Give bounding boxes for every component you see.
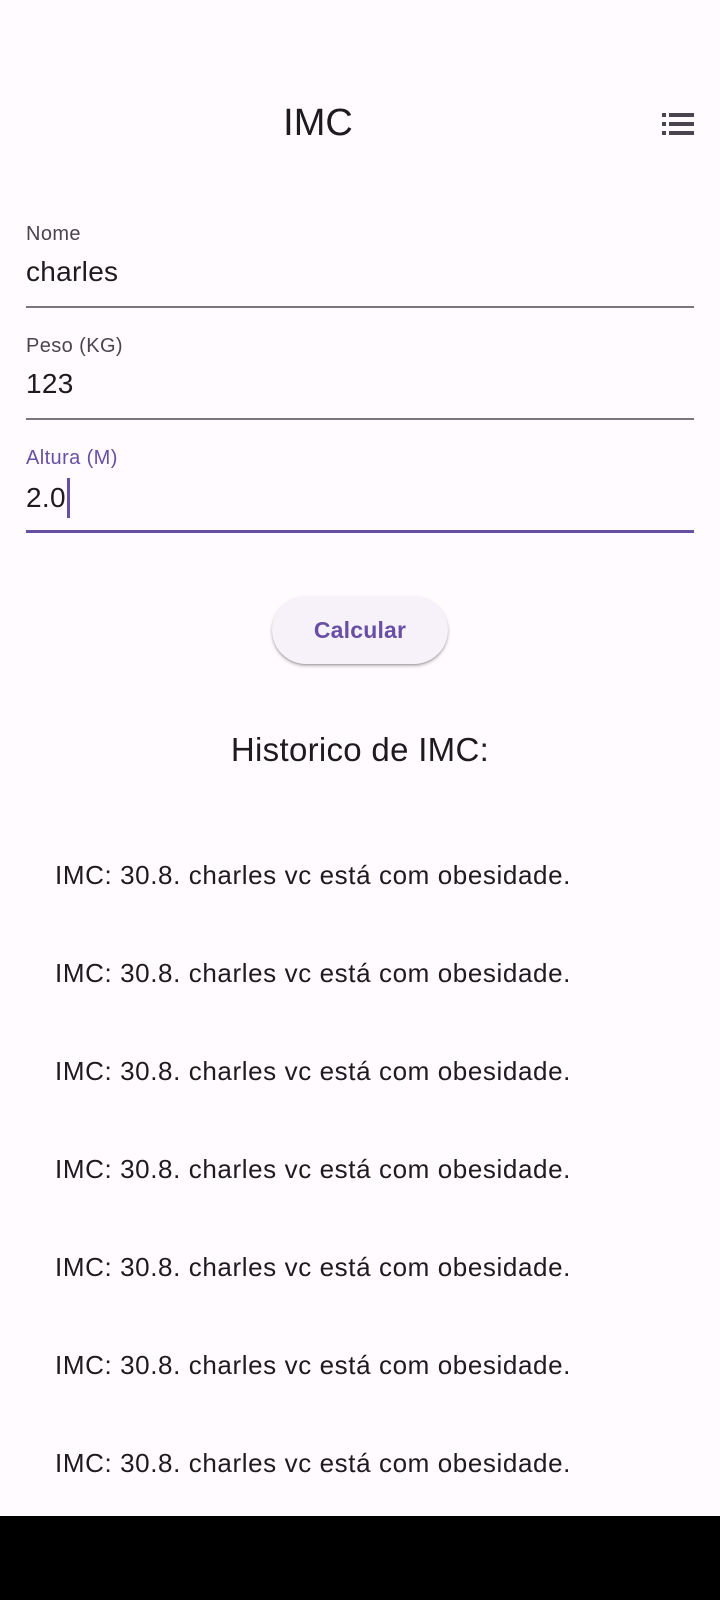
history-item: IMC: 30.8. charles vc está com obesidade…	[55, 1153, 571, 1184]
weight-field[interactable]: Peso (KG) 123	[26, 334, 694, 426]
weight-field-label: Peso (KG)	[26, 335, 123, 357]
height-field[interactable]: Altura (M) 2.0	[26, 446, 694, 538]
history-item: IMC: 30.8. charles vc está com obesidade…	[55, 957, 571, 988]
name-field-value[interactable]: charles	[26, 254, 118, 290]
history-item: IMC: 30.8. charles vc está com obesidade…	[55, 1251, 571, 1282]
system-navigation-bar	[0, 1516, 720, 1600]
height-field-label: Altura (M)	[26, 447, 118, 469]
history-item: IMC: 30.8. charles vc está com obesidade…	[55, 1055, 571, 1086]
weight-field-text: 123	[26, 368, 74, 399]
app-bar: IMC	[0, 0, 720, 180]
history-item: IMC: 30.8. charles vc está com obesidade…	[55, 1349, 571, 1380]
text-cursor	[66, 478, 70, 518]
name-field[interactable]: Nome charles	[26, 222, 694, 314]
height-field-value[interactable]: 2.0	[26, 478, 70, 518]
history-title: Historico de IMC:	[230, 731, 490, 768]
history-item: IMC: 30.8. charles vc está com obesidade…	[55, 859, 571, 890]
calculate-button[interactable]: Calcular	[272, 596, 448, 664]
weight-field-value[interactable]: 123	[26, 366, 74, 402]
height-field-text: 2.0	[26, 482, 66, 513]
weight-field-underline	[26, 418, 694, 420]
name-field-text: charles	[26, 256, 119, 287]
history-list-button[interactable]	[648, 100, 708, 148]
list-icon	[662, 113, 694, 135]
name-field-label: Nome	[26, 223, 81, 245]
history-list[interactable]: IMC: 30.8. charles vc está com obesidade…	[0, 826, 720, 1516]
app-title: IMC	[283, 102, 353, 144]
height-field-underline	[26, 530, 694, 533]
name-field-underline	[26, 306, 694, 308]
history-item: IMC: 30.8. charles vc está com obesidade…	[55, 1447, 571, 1478]
